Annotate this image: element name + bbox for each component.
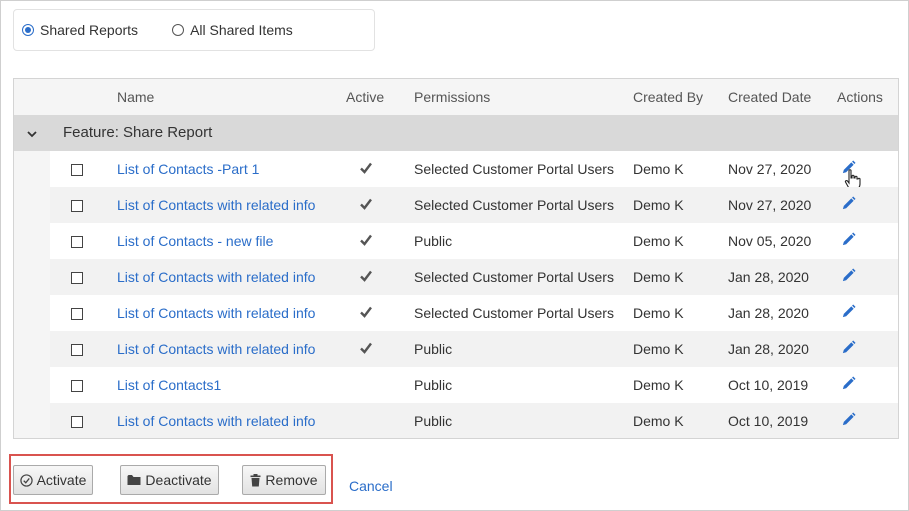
chevron-down-icon[interactable] xyxy=(26,127,38,143)
folder-icon xyxy=(127,475,141,485)
report-name-link[interactable]: List of Contacts - new file xyxy=(117,233,273,249)
created-by-cell: Demo K xyxy=(633,233,684,249)
radio-button-checked[interactable] xyxy=(22,24,34,36)
created-by-cell: Demo K xyxy=(633,413,684,429)
group-row: Feature: Share Report xyxy=(14,115,898,151)
table-row: List of Contacts - new file Public Demo … xyxy=(50,223,898,259)
deactivate-label: Deactivate xyxy=(145,472,212,488)
checkmark-icon xyxy=(359,197,373,214)
created-by-cell: Demo K xyxy=(633,197,684,213)
report-name-link[interactable]: List of Contacts with related info xyxy=(117,305,315,321)
report-name-link[interactable]: List of Contacts -Part 1 xyxy=(117,161,259,177)
pencil-icon[interactable] xyxy=(841,304,856,322)
pencil-icon[interactable] xyxy=(841,340,856,358)
remove-label: Remove xyxy=(265,472,318,488)
table-row: List of Contacts with related info Selec… xyxy=(50,295,898,331)
report-name-link[interactable]: List of Contacts with related info xyxy=(117,269,315,285)
row-checkbox[interactable] xyxy=(71,236,83,248)
permissions-cell: Selected Customer Portal Users xyxy=(414,305,614,321)
created-date-cell: Oct 10, 2019 xyxy=(728,377,809,393)
trash-icon xyxy=(250,473,261,486)
column-header-active[interactable]: Active xyxy=(346,89,384,105)
row-checkbox[interactable] xyxy=(71,164,83,176)
created-date-cell: Jan 28, 2020 xyxy=(728,305,809,321)
permissions-cell: Selected Customer Portal Users xyxy=(414,269,614,285)
report-name-link[interactable]: List of Contacts with related info xyxy=(117,197,315,213)
column-header-created-date[interactable]: Created Date xyxy=(728,89,811,105)
permissions-cell: Public xyxy=(414,341,453,357)
row-checkbox[interactable] xyxy=(71,308,83,320)
activate-label: Activate xyxy=(36,472,87,488)
grid-header: Name Active Permissions Created By Creat… xyxy=(14,79,898,115)
deactivate-button[interactable]: Deactivate xyxy=(120,465,219,495)
pencil-icon[interactable] xyxy=(841,412,856,430)
created-by-cell: Demo K xyxy=(633,161,684,177)
row-checkbox[interactable] xyxy=(71,200,83,212)
checkmark-icon xyxy=(359,161,373,178)
permissions-cell: Selected Customer Portal Users xyxy=(414,161,614,177)
table-row: List of Contacts -Part 1 Selected Custom… xyxy=(50,151,898,191)
created-date-cell: Jan 28, 2020 xyxy=(728,341,809,357)
created-date-cell: Nov 27, 2020 xyxy=(728,197,812,213)
created-by-cell: Demo K xyxy=(633,341,684,357)
permissions-cell: Public xyxy=(414,233,453,249)
row-checkbox[interactable] xyxy=(71,344,83,356)
pencil-icon[interactable] xyxy=(841,232,856,250)
permissions-cell: Public xyxy=(414,377,453,393)
row-checkbox[interactable] xyxy=(71,380,83,392)
radio-button-unchecked[interactable] xyxy=(172,24,185,36)
permissions-cell: Selected Customer Portal Users xyxy=(414,197,614,213)
remove-button[interactable]: Remove xyxy=(242,465,326,495)
report-name-link[interactable]: List of Contacts with related info xyxy=(117,413,315,429)
column-header-permissions[interactable]: Permissions xyxy=(414,89,490,105)
pencil-icon[interactable] xyxy=(841,196,856,214)
radio-label-all-shared-items: All Shared Items xyxy=(190,22,293,38)
table-row: List of Contacts with related info Selec… xyxy=(50,187,898,223)
checkmark-icon xyxy=(359,305,373,322)
radio-shared-reports[interactable]: Shared Reports xyxy=(22,22,138,38)
table-row: List of Contacts with related info Publi… xyxy=(50,331,898,367)
table-row: List of Contacts with related info Selec… xyxy=(50,259,898,295)
created-by-cell: Demo K xyxy=(633,377,684,393)
report-name-link[interactable]: List of Contacts with related info xyxy=(117,341,315,357)
created-by-cell: Demo K xyxy=(633,269,684,285)
report-name-link[interactable]: List of Contacts1 xyxy=(117,377,221,393)
pencil-icon[interactable] xyxy=(841,268,856,286)
radio-dot xyxy=(25,27,31,33)
shared-filter-group: Shared Reports All Shared Items xyxy=(13,9,375,51)
permissions-cell: Public xyxy=(414,413,453,429)
created-by-cell: Demo K xyxy=(633,305,684,321)
created-date-cell: Nov 05, 2020 xyxy=(728,233,812,249)
bulk-action-bar: Activate Deactivate Remove xyxy=(9,454,333,504)
row-checkbox[interactable] xyxy=(71,416,83,428)
radio-all-shared-items[interactable]: All Shared Items xyxy=(172,22,293,38)
table-row: List of Contacts1 Public Demo K Oct 10, … xyxy=(50,367,898,403)
created-date-cell: Nov 27, 2020 xyxy=(728,161,812,177)
column-header-name[interactable]: Name xyxy=(117,89,154,105)
radio-label-shared-reports: Shared Reports xyxy=(40,22,139,38)
pencil-icon[interactable] xyxy=(841,376,856,394)
column-header-created-by[interactable]: Created By xyxy=(633,89,703,105)
checkmark-icon xyxy=(359,233,373,250)
group-title: Feature: Share Report xyxy=(63,124,213,141)
table-row: List of Contacts with related info Publi… xyxy=(50,403,898,438)
created-date-cell: Oct 10, 2019 xyxy=(728,413,809,429)
row-checkbox[interactable] xyxy=(71,272,83,284)
activate-button[interactable]: Activate xyxy=(13,465,93,495)
checkmark-icon xyxy=(359,341,373,358)
shared-reports-grid: Name Active Permissions Created By Creat… xyxy=(13,78,899,439)
checkmark-icon xyxy=(359,269,373,286)
cancel-link[interactable]: Cancel xyxy=(349,478,393,494)
grid-rows: List of Contacts -Part 1 Selected Custom… xyxy=(50,151,898,438)
created-date-cell: Jan 28, 2020 xyxy=(728,269,809,285)
check-circle-icon xyxy=(19,473,33,487)
column-header-actions: Actions xyxy=(837,89,883,105)
